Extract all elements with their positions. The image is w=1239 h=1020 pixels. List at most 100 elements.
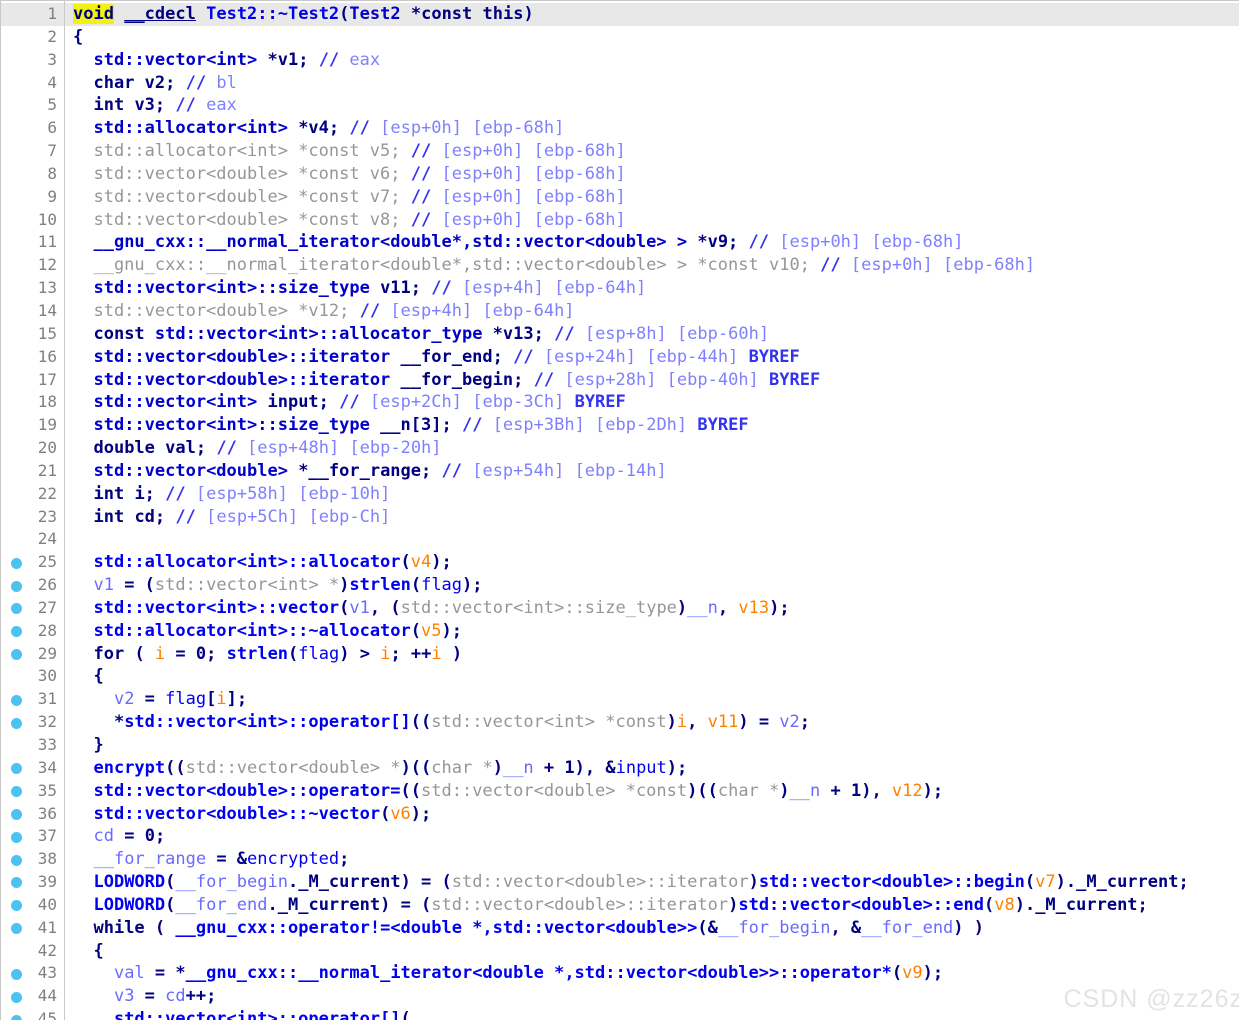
- pseudocode-text-area[interactable]: 1 void __cdecl Test2::~Test2(Test2 *const…: [1, 3, 1239, 1020]
- token: std::vector<double>::end: [738, 894, 984, 915]
- code-line-text: v1 = (std::vector<int> *)strlen(flag);: [73, 574, 482, 597]
- token: [esp+4h] [ebp-64h]: [451, 278, 647, 299]
- code-line[interactable]: 8 std::vector<double> *const v6; // [esp…: [1, 163, 1239, 186]
- code-line[interactable]: 20 double val; // [esp+48h] [ebp-20h]: [1, 437, 1239, 460]
- code-line[interactable]: 39 LODWORD(__for_begin._M_current) = (st…: [1, 871, 1239, 894]
- line-number: 38: [37, 849, 57, 869]
- code-line[interactable]: 18 std::vector<int> input; // [esp+2Ch] …: [1, 391, 1239, 414]
- token: ;: [339, 849, 350, 870]
- token: [esp+0h] [ebp-68h]: [431, 186, 626, 207]
- token: //: [410, 209, 432, 230]
- token: std::vector<int> *: [154, 575, 340, 596]
- line-number: 25: [37, 552, 57, 572]
- line-number: 43: [37, 963, 57, 983]
- token: 1: [850, 780, 862, 801]
- code-line-text: std::vector<double> *const v8; // [esp+0…: [73, 209, 626, 232]
- code-line[interactable]: 11 __gnu_cxx::__normal_iterator<double*,…: [1, 231, 1239, 254]
- token: ;: [206, 643, 227, 664]
- code-line[interactable]: 12 __gnu_cxx::__normal_iterator<double*,…: [1, 254, 1239, 277]
- token: v9: [902, 963, 923, 984]
- line-number: 29: [37, 643, 57, 663]
- token: ((: [410, 712, 432, 733]
- token: [esp+0h] [ebp-68h]: [431, 209, 626, 230]
- code-line[interactable]: 24: [1, 528, 1239, 551]
- line-number: 39: [37, 872, 57, 892]
- code-line[interactable]: 25 std::allocator<int>::allocator(v4);: [1, 551, 1239, 574]
- code-line[interactable]: 16 std::vector<double>::iterator __for_e…: [1, 346, 1239, 369]
- code-line-text: __gnu_cxx::__normal_iterator<double*,std…: [73, 231, 963, 254]
- code-line[interactable]: 28 std::allocator<int>::~allocator(v5);: [1, 620, 1239, 643]
- code-line[interactable]: 38 __for_range = &encrypted;: [1, 848, 1239, 871]
- code-line[interactable]: 37 cd = 0;: [1, 825, 1239, 848]
- token: //: [748, 232, 770, 253]
- token: std::allocator<int>::allocator: [93, 552, 401, 573]
- code-line[interactable]: 40 LODWORD(__for_end._M_current) = (std:…: [1, 894, 1239, 917]
- code-line[interactable]: 2{: [1, 26, 1239, 49]
- code-line[interactable]: 22 int i; // [esp+58h] [ebp-10h]: [1, 483, 1239, 506]
- token: std::vector<int>: [93, 392, 258, 413]
- code-line[interactable]: 33 }: [1, 734, 1239, 757]
- token: (: [339, 4, 350, 24]
- line-number: 5: [47, 95, 57, 115]
- code-line[interactable]: 34 encrypt((std::vector<double> *)((char…: [1, 757, 1239, 780]
- code-line[interactable]: 29 for ( i = 0; strlen(flag) > i; ++i ): [1, 643, 1239, 666]
- code-line[interactable]: 26 v1 = (std::vector<int> *)strlen(flag)…: [1, 574, 1239, 597]
- code-line[interactable]: 30 {: [1, 665, 1239, 688]
- code-line[interactable]: 1 void __cdecl Test2::~Test2(Test2 *const…: [1, 3, 1239, 26]
- code-line-text: const std::vector<int>::allocator_type *…: [73, 323, 769, 346]
- code-line[interactable]: 9 std::vector<double> *const v7; // [esp…: [1, 186, 1239, 209]
- line-number: 3: [47, 49, 57, 69]
- token: ];: [226, 689, 248, 710]
- code-line[interactable]: 21 std::vector<double> *__for_range; // …: [1, 460, 1239, 483]
- code-line[interactable]: 41 while ( __gnu_cxx::operator!=<double …: [1, 917, 1239, 940]
- token: std::vector<double>: [93, 460, 288, 481]
- code-line[interactable]: 3 std::vector<int> *v1; // eax: [1, 49, 1239, 72]
- code-line[interactable]: 5 int v3; // eax: [1, 94, 1239, 117]
- token: [esp+24h] [ebp-44h]: [533, 346, 749, 367]
- token: i;: [124, 483, 155, 504]
- token: std::vector<int>: [93, 49, 258, 70]
- token: this): [472, 4, 534, 24]
- token: (&: [697, 917, 718, 938]
- token: ), &: [574, 757, 616, 778]
- code-line[interactable]: 14 std::vector<double> *v12; // [esp+4h]…: [1, 300, 1239, 323]
- token: [esp+5Ch] [ebp-Ch]: [195, 506, 391, 527]
- token: (: [380, 803, 391, 824]
- token: ): [339, 575, 350, 596]
- line-number: 35: [37, 780, 57, 800]
- code-line[interactable]: 43 val = *__gnu_cxx::__normal_iterator<d…: [1, 962, 1239, 985]
- code-line[interactable]: 32 *std::vector<int>::operator[]((std::v…: [1, 711, 1239, 734]
- code-line[interactable]: 23 int cd; // [esp+5Ch] [ebp-Ch]: [1, 506, 1239, 529]
- code-line[interactable]: 10 std::vector<double> *const v8; // [es…: [1, 209, 1239, 232]
- code-line[interactable]: 31 v2 = flag[i];: [1, 688, 1239, 711]
- code-line[interactable]: 7 std::allocator<int> *const v5; // [esp…: [1, 140, 1239, 163]
- token: [esp+0h] [ebp-68h]: [369, 118, 565, 139]
- code-line[interactable]: 6 std::allocator<int> *v4; // [esp+0h] […: [1, 117, 1239, 140]
- code-line[interactable]: 15 const std::vector<int>::allocator_typ…: [1, 323, 1239, 346]
- code-line[interactable]: 4 char v2; // bl: [1, 72, 1239, 95]
- code-line[interactable]: 13 std::vector<int>::size_type v11; // […: [1, 277, 1239, 300]
- token: v3: [113, 986, 135, 1007]
- code-line[interactable]: 36 std::vector<double>::~vector(v6);: [1, 803, 1239, 826]
- code-line[interactable]: 19 std::vector<int>::size_type __n[3]; /…: [1, 414, 1239, 437]
- code-line[interactable]: 45 std::vector<int>::operator[](: [1, 1008, 1239, 1020]
- token: ; ++: [390, 643, 432, 664]
- code-line-text: LODWORD(__for_end._M_current) = (std::ve…: [73, 894, 1147, 917]
- token: BYREF: [574, 392, 626, 413]
- code-line[interactable]: 17 std::vector<double>::iterator __for_b…: [1, 369, 1239, 392]
- token: ): [676, 597, 688, 618]
- token: std::vector<double> *v12;: [73, 300, 350, 321]
- token: ) >: [339, 643, 381, 664]
- line-number: 40: [37, 894, 57, 914]
- code-line[interactable]: 44 v3 = cd++;: [1, 985, 1239, 1008]
- token: __gnu_cxx::operator!=<double *,std::vect…: [175, 917, 698, 938]
- code-line[interactable]: 27 std::vector<int>::vector(v1, (std::ve…: [1, 597, 1239, 620]
- code-line[interactable]: 42 {: [1, 940, 1239, 963]
- token: *: [400, 4, 422, 24]
- code-line[interactable]: 35 std::vector<double>::operator=((std::…: [1, 780, 1239, 803]
- token: std::vector<int>::operator[]: [113, 1009, 401, 1020]
